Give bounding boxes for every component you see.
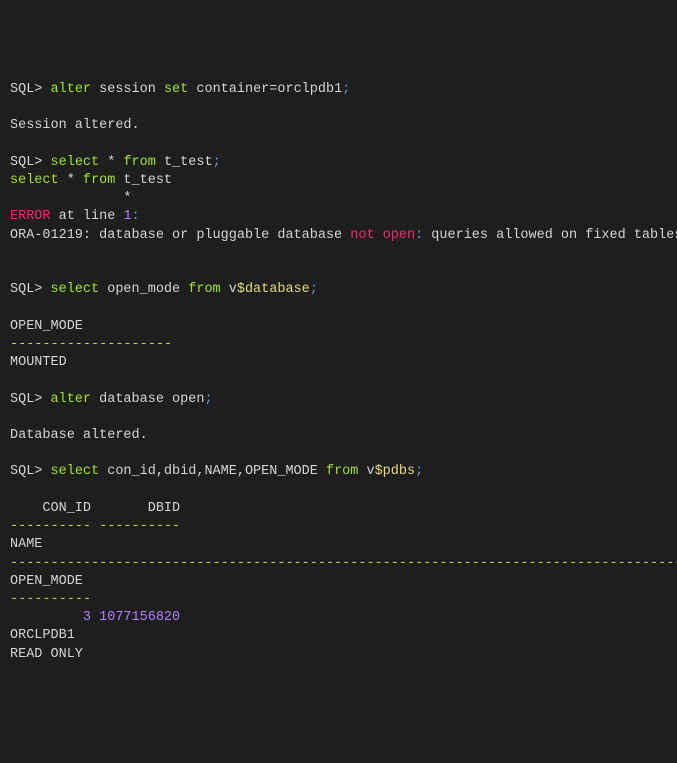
txt: at line [51,209,124,224]
kw-select: select [51,155,100,170]
txt-notopen: not open [350,228,415,243]
txt: t_test [156,155,213,170]
txt: con_id,dbid,NAME,OPEN_MODE [99,464,326,479]
sql-prompt: SQL> [10,82,51,97]
sql-prompt: SQL> [10,155,51,170]
terminal-output: SQL> alter session set container=orclpdb… [10,81,667,664]
dashes: -------------------- [10,337,172,352]
kw-select: select [51,464,100,479]
semicolon: ; [213,155,221,170]
txt-error: ERROR [10,209,51,224]
semicolon: ; [204,392,212,407]
semicolon: ; [342,82,350,97]
kw-from: from [123,155,155,170]
txt-db-altered: Database altered. [10,428,148,443]
col-header: CON_ID DBID [10,501,180,516]
colon: : [132,209,140,224]
txt: session [91,82,164,97]
row-name: ORCLPDB1 [10,628,75,643]
col-header: OPEN_MODE [10,574,83,589]
kw-from: from [188,282,220,297]
col-value: MOUNTED [10,355,67,370]
txt-linenum: 1 [123,209,131,224]
semicolon: ; [310,282,318,297]
txt-dollar: $pdbs [375,464,416,479]
txt: open_mode [99,282,188,297]
kw-alter: alter [51,392,92,407]
sql-prompt: SQL> [10,282,51,297]
col-header: NAME [10,537,42,552]
row-numbers: 3 1077156820 [10,610,180,625]
kw-select: select [10,173,59,188]
colon: : [415,228,423,243]
txt: container=orclpdb1 [188,82,342,97]
semicolon: ; [415,464,423,479]
txt: * [99,155,123,170]
kw-alter: alter [51,82,92,97]
txt-dollar: $database [237,282,310,297]
txt: * [59,173,83,188]
txt: t_test [115,173,172,188]
row-openmode: READ ONLY [10,647,83,662]
kw-set: set [164,82,188,97]
kw-select: select [51,282,100,297]
dashes: ----------------------------------------… [10,556,677,571]
txt: v [221,282,237,297]
sql-prompt: SQL> [10,392,51,407]
txt: database open [91,392,204,407]
txt: queries allowed on fixed tables or views… [423,228,677,243]
kw-from: from [326,464,358,479]
txt: v [358,464,374,479]
txt-star: * [10,191,132,206]
col-header: OPEN_MODE [10,319,83,334]
kw-from: from [83,173,115,188]
dashes: ---------- [10,592,91,607]
txt-session-altered: Session altered. [10,118,140,133]
dashes: ---------- ---------- [10,519,180,534]
sql-prompt: SQL> [10,464,51,479]
txt-ora: ORA-01219: database or pluggable databas… [10,228,350,243]
